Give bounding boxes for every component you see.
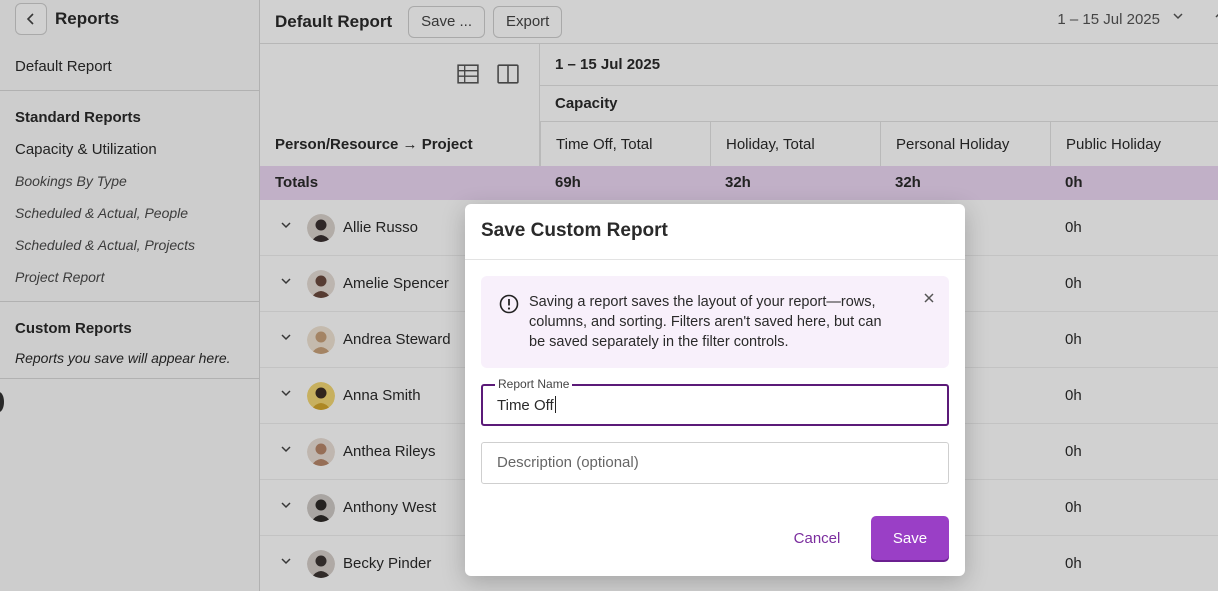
info-circle-icon [499, 294, 519, 314]
info-banner: Saving a report saves the layout of your… [481, 276, 949, 368]
cancel-button[interactable]: Cancel [782, 516, 852, 560]
description-field[interactable]: Description (optional) [481, 442, 949, 484]
text-caret [554, 396, 556, 413]
close-icon[interactable] [923, 292, 935, 304]
save-custom-report-dialog: Save Custom Report Saving a report saves… [465, 204, 965, 576]
dialog-divider [465, 259, 965, 260]
description-placeholder: Description (optional) [497, 454, 639, 471]
report-name-label: Report Name [495, 377, 573, 391]
info-text: Saving a report saves the layout of your… [529, 294, 882, 350]
report-name-value: Time Off [497, 397, 554, 414]
report-name-field[interactable]: Report Name Time Off [481, 377, 949, 426]
report-name-input[interactable]: Time Off [497, 396, 556, 414]
dialog-title: Save Custom Report [481, 220, 668, 241]
save-button[interactable]: Save [871, 516, 949, 560]
